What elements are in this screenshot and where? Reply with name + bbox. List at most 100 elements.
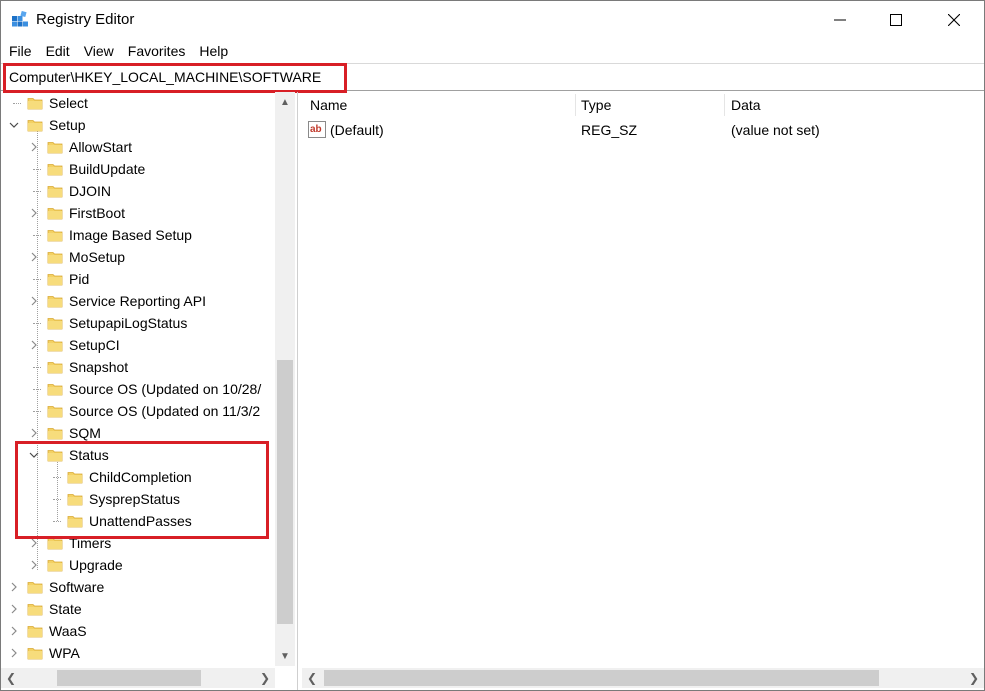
tree-item[interactable]: SQM	[27, 422, 101, 444]
address-input[interactable]	[9, 69, 909, 85]
tree-item-label: UnattendPasses	[89, 513, 192, 529]
folder-icon	[27, 118, 43, 132]
tree-item-label: State	[49, 601, 82, 617]
chevron-right-icon[interactable]	[27, 136, 41, 158]
tree-item-label: Software	[49, 579, 105, 595]
folder-icon	[47, 404, 63, 418]
tree-connector	[27, 378, 41, 400]
tree-vertical-scrollbar[interactable]: ▲ ▼	[275, 92, 295, 666]
tree-connector	[47, 510, 61, 532]
tree-item-label: MoSetup	[69, 249, 126, 265]
scroll-left-icon[interactable]: ❮	[1, 668, 21, 688]
scroll-right-icon[interactable]: ❯	[964, 668, 984, 688]
tree-hscroll-thumb[interactable]	[57, 670, 201, 686]
minimize-button[interactable]	[811, 1, 869, 39]
folder-icon	[27, 646, 43, 660]
tree-item[interactable]: WPA	[7, 642, 80, 664]
tree-item[interactable]: SysprepStatus	[47, 488, 180, 510]
list-hscroll-thumb[interactable]	[324, 670, 879, 686]
tree-connector	[27, 312, 41, 334]
svg-text:ab: ab	[310, 124, 322, 135]
menu-bar: File Edit View Favorites Help	[1, 39, 984, 63]
tree-item[interactable]: Service Reporting API	[27, 290, 206, 312]
tree-item-label: Source OS (Updated on 11/3/2	[69, 403, 261, 419]
menu-edit[interactable]: Edit	[46, 41, 70, 61]
tree-item[interactable]: MoSetup	[27, 246, 125, 268]
tree-item[interactable]: UnattendPasses	[47, 510, 192, 532]
tree-item[interactable]: SetupCI	[27, 334, 120, 356]
value-data: (value not set)	[731, 122, 820, 138]
chevron-right-icon[interactable]	[7, 576, 21, 598]
column-header-type[interactable]: Type	[581, 97, 611, 113]
tree-vscroll-thumb[interactable]	[277, 360, 293, 624]
chevron-right-icon[interactable]	[27, 246, 41, 268]
tree-item[interactable]: ChildCompletion	[47, 466, 192, 488]
tree-item[interactable]: Source OS (Updated on 11/3/2	[27, 400, 260, 422]
chevron-right-icon[interactable]	[27, 334, 41, 356]
tree-item[interactable]: AllowStart	[27, 136, 132, 158]
tree-item[interactable]: Image Based Setup	[27, 224, 192, 246]
tree-item[interactable]: Source OS (Updated on 10/28/	[27, 378, 261, 400]
value-row-default[interactable]: ab (Default) REG_SZ (value not set)	[302, 119, 984, 141]
column-divider[interactable]	[724, 94, 725, 116]
tree-item-label: Snapshot	[69, 359, 129, 375]
chevron-right-icon[interactable]	[27, 202, 41, 224]
scroll-up-icon[interactable]: ▲	[275, 92, 295, 112]
tree-item-label: SQM	[69, 425, 101, 441]
tree-item[interactable]: Snapshot	[27, 356, 128, 378]
tree-item[interactable]: DJOIN	[27, 180, 111, 202]
tree-item[interactable]: Pid	[27, 268, 89, 290]
folder-icon	[47, 426, 63, 440]
string-value-icon: ab	[308, 121, 326, 138]
chevron-right-icon[interactable]	[27, 532, 41, 554]
chevron-down-icon[interactable]	[27, 444, 41, 466]
tree-item[interactable]: SetupapiLogStatus	[27, 312, 187, 334]
tree-item[interactable]: Select	[7, 92, 88, 114]
maximize-button[interactable]	[867, 1, 925, 39]
scroll-left-icon[interactable]: ❮	[302, 668, 322, 688]
folder-icon	[47, 228, 63, 242]
tree-item[interactable]: BuildUpdate	[27, 158, 145, 180]
tree-item[interactable]: Software	[7, 576, 104, 598]
chevron-right-icon[interactable]	[27, 422, 41, 444]
tree-horizontal-scrollbar[interactable]: ❮ ❯	[1, 668, 275, 688]
menu-help[interactable]: Help	[199, 41, 228, 61]
tree-item[interactable]: Status	[27, 444, 109, 466]
scroll-right-icon[interactable]: ❯	[255, 668, 275, 688]
list-horizontal-scrollbar[interactable]: ❮ ❯	[302, 668, 984, 688]
column-header-name[interactable]: Name	[310, 97, 347, 113]
tree-connector	[27, 180, 41, 202]
chevron-right-icon[interactable]	[27, 290, 41, 312]
chevron-down-icon[interactable]	[7, 114, 21, 136]
folder-icon	[47, 536, 63, 550]
menu-favorites[interactable]: Favorites	[128, 41, 186, 61]
column-divider[interactable]	[575, 94, 576, 116]
folder-icon	[27, 580, 43, 594]
tree-item[interactable]: WaaS	[7, 620, 87, 642]
address-bar	[1, 63, 984, 91]
folder-icon	[47, 360, 63, 374]
tree-connector	[7, 92, 21, 114]
close-button[interactable]	[925, 1, 983, 39]
chevron-right-icon[interactable]	[7, 598, 21, 620]
menu-view[interactable]: View	[84, 41, 114, 61]
tree-item-label: Select	[49, 95, 88, 111]
tree-item[interactable]: Upgrade	[27, 554, 123, 576]
scroll-down-icon[interactable]: ▼	[275, 646, 295, 666]
folder-icon	[47, 316, 63, 330]
tree-item-label: Timers	[69, 535, 112, 551]
chevron-right-icon[interactable]	[27, 554, 41, 576]
folder-icon	[27, 96, 43, 110]
tree-item[interactable]: Setup	[7, 114, 86, 136]
folder-icon	[47, 294, 63, 308]
tree-item[interactable]: State	[7, 598, 82, 620]
tree-item[interactable]: Timers	[27, 532, 111, 554]
registry-editor-icon	[12, 11, 28, 27]
column-header-data[interactable]: Data	[731, 97, 761, 113]
folder-icon	[47, 162, 63, 176]
chevron-right-icon[interactable]	[7, 642, 21, 664]
tree-item[interactable]: FirstBoot	[27, 202, 125, 224]
tree-item-label: SetupCI	[69, 337, 120, 353]
menu-file[interactable]: File	[9, 41, 32, 61]
chevron-right-icon[interactable]	[7, 620, 21, 642]
